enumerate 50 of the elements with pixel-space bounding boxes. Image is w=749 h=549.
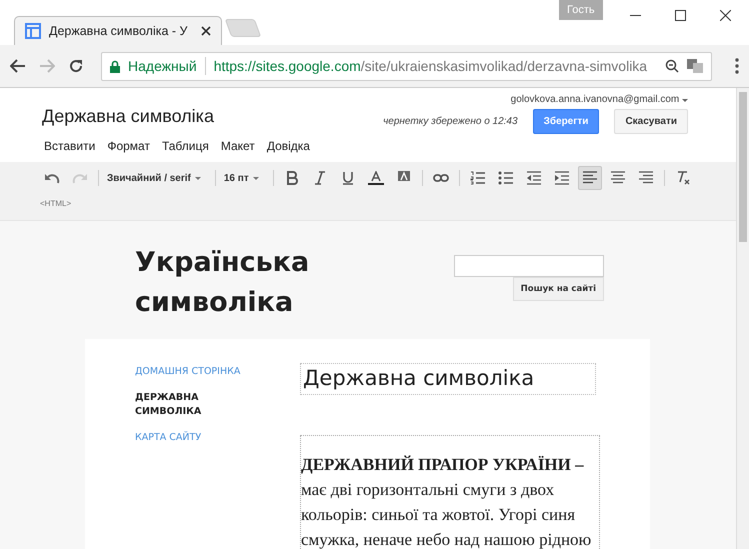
html-button[interactable]: <HTML> [40,192,72,214]
menu-item[interactable]: Вставити [44,139,96,153]
toolbar-button[interactable] [578,166,602,190]
address-bar[interactable]: Надежный https://sites.google.com/site/ukraienskasimvolikad/derzavna-simvolika [101,52,712,80]
secure-label: Надежный [128,58,197,74]
minimize-icon[interactable] [630,14,641,16]
browser-tab[interactable]: Державна символіка - У [14,16,222,45]
scrollbar-thumb[interactable] [739,92,747,242]
toolbar-dropdown[interactable]: 16 пт [222,167,261,189]
redo-icon [72,171,88,185]
sites-page-icon [25,23,41,39]
body-paragraph: ДЕРЖАВНИЙ ПРАПОР УКРАЇНИ – має дві горизонтальні смуги з двох кольорів: синьої та жовтої. Угорі синя смужка, неначе небо над нашою рідною [300,435,600,549]
url-text: https://sites.google.com/site/ukraienskasimvolikad/derzavna-simvolika [214,58,648,74]
cancel-button[interactable]: Скасувати [614,109,688,134]
translate-icon[interactable] [687,59,703,73]
close-icon[interactable] [201,26,211,36]
nav-link[interactable]: ДЕРЖАВНА СИМВОЛІКА [135,391,265,419]
outdent-icon [526,171,542,185]
menu-item[interactable]: Таблиця [162,139,209,153]
draft-status: чернетку збережено о 12:43 [383,116,518,127]
back-arrow-icon[interactable] [10,59,26,73]
toolbar-dropdown[interactable]: Звичайний / serif [105,167,203,189]
caret-icon [194,176,201,180]
align-right-icon [638,171,654,185]
site-title: Українська символіка [135,246,310,320]
bulleted-icon [498,171,514,185]
caret-icon [252,176,259,180]
indent-icon [554,171,570,185]
lock-icon [110,60,120,72]
caret-icon [682,99,688,102]
tab-title: Державна символіка - У [49,24,188,38]
zoom-out-icon[interactable] [665,59,679,73]
menu-icon[interactable] [735,58,739,74]
menu-item[interactable]: Макет [220,139,255,153]
search-field[interactable] [454,255,604,277]
align-left-icon [582,171,598,185]
close-icon[interactable] [720,10,731,21]
align-center-icon [610,171,626,185]
undo-icon [44,171,60,185]
page-title: Державна символіка [42,106,215,127]
maximize-icon[interactable] [675,10,686,21]
numbered-icon [470,171,486,185]
page-heading: Державна символіка [300,363,596,395]
menu-item[interactable]: Формат [107,139,150,153]
reload-icon[interactable] [68,58,84,74]
search-button[interactable]: Пошук на сайті [512,277,604,301]
menu-item[interactable]: Довідка [266,139,310,153]
account-menu[interactable]: golovkova.anna.ivanovna@gmail.com [510,94,688,105]
link-icon [432,171,449,185]
textcolor-icon [368,171,384,185]
